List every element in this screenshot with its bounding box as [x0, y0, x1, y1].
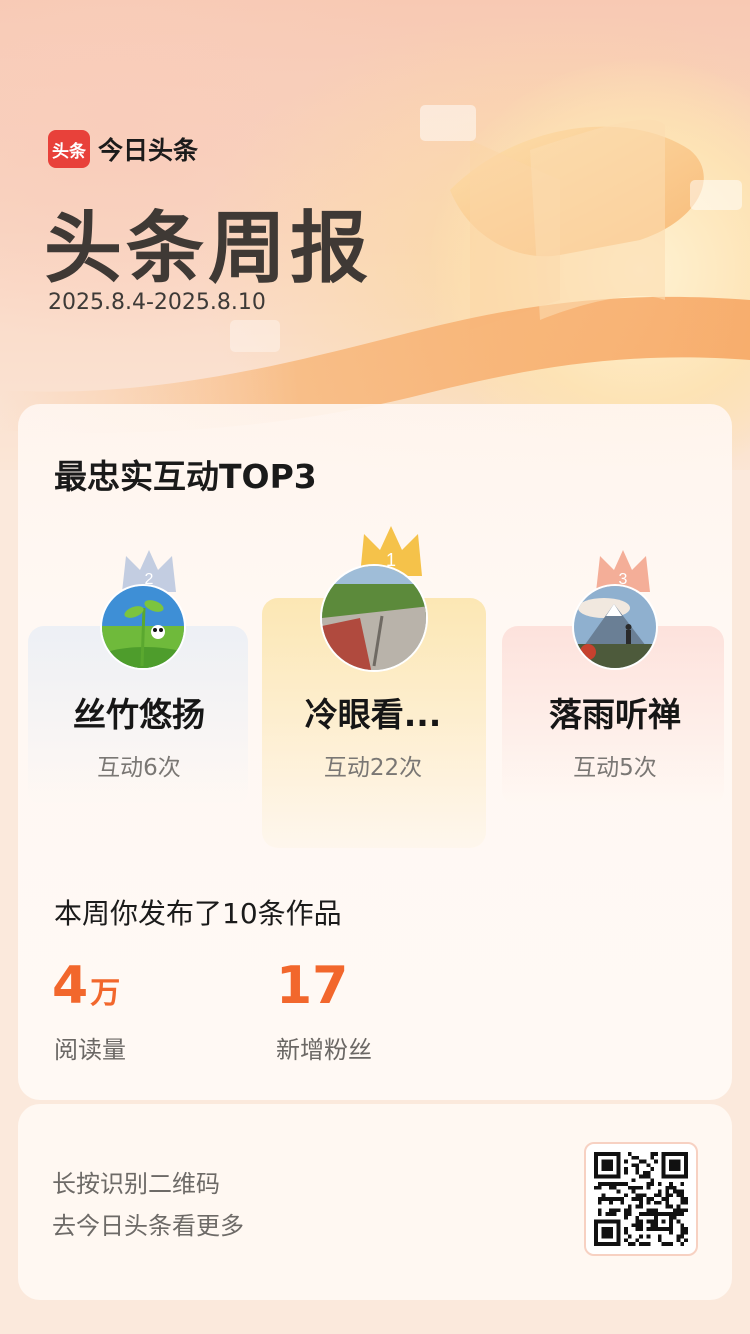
- qr-hint-line2: 去今日头条看更多: [52, 1212, 244, 1240]
- qr-code[interactable]: [584, 1142, 698, 1256]
- user-count-3: 互动5次: [573, 755, 657, 781]
- user-name-1[interactable]: 冷眼看...: [258, 688, 488, 736]
- weekly-report-card: 最忠实互动TOP3 2 丝竹悠扬 互动6次 1 冷眼看... 互动22次 3 落…: [18, 404, 732, 1100]
- page-title: 头条周报: [44, 204, 373, 294]
- avatar-user-1[interactable]: [320, 564, 428, 672]
- brand: 头条 今日头条: [48, 130, 198, 168]
- qr-card: 长按识别二维码 去今日头条看更多: [18, 1104, 732, 1300]
- user-name-2[interactable]: 丝竹悠扬: [24, 688, 254, 736]
- user-count-2: 互动6次: [97, 755, 181, 781]
- avatar-user-3[interactable]: [572, 584, 658, 670]
- section-title: 最忠实互动TOP3: [54, 457, 317, 496]
- user-count-1: 互动22次: [323, 755, 423, 781]
- reads-value: 4万: [52, 956, 120, 1016]
- toutiao-logo: 头条: [48, 130, 90, 168]
- qr-hint-line1: 长按识别二维码: [52, 1170, 220, 1198]
- followers-value: 17: [276, 956, 348, 1016]
- brand-name: 今日头条: [98, 136, 199, 165]
- user-name-3[interactable]: 落雨听禅: [500, 688, 730, 736]
- followers-label: 新增粉丝: [276, 1036, 372, 1064]
- reads-unit: 万: [90, 976, 121, 1011]
- avatar-user-2[interactable]: [100, 584, 186, 670]
- publish-summary: 本周你发布了10条作品: [54, 897, 342, 930]
- followers-number: 17: [276, 956, 349, 1016]
- reads-number: 4: [52, 956, 89, 1016]
- reads-label: 阅读量: [54, 1036, 126, 1064]
- qr-code-pattern: [594, 1152, 688, 1246]
- date-range: 2025.8.4-2025.8.10: [48, 290, 266, 315]
- hero-banner: 头条 今日头条 头条周报 2025.8.4-2025.8.10: [0, 0, 750, 470]
